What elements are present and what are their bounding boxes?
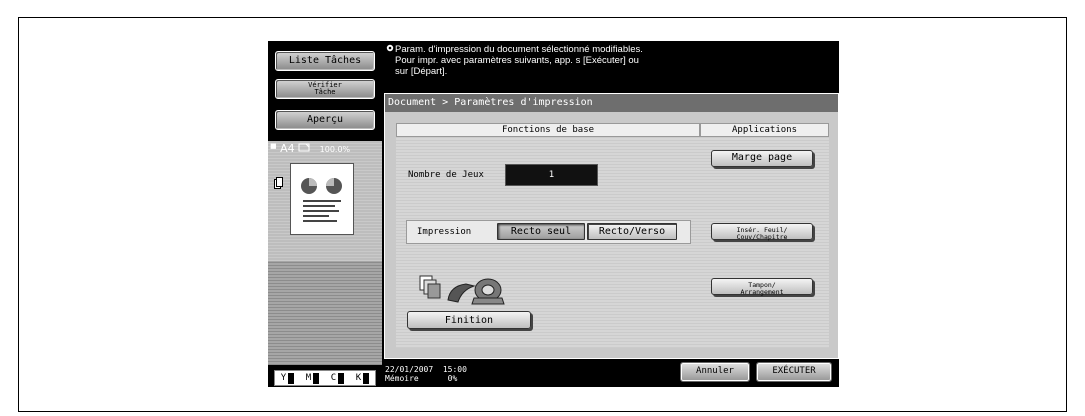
memory-value: 0% xyxy=(447,374,458,383)
toner-y: Y xyxy=(280,372,295,384)
message-line-2: Pour impr. avec paramètres suivants, app… xyxy=(395,55,639,66)
page-thumbnail[interactable] xyxy=(290,163,354,235)
orientation-icon xyxy=(298,142,314,155)
cancel-button[interactable]: Annuler xyxy=(680,362,750,382)
finishing-button[interactable]: Finition xyxy=(407,311,531,329)
toner-k-label: K xyxy=(355,373,362,383)
copies-label: Nombre de Jeux xyxy=(408,170,484,180)
verify-job-button[interactable]: Vérifier Tâche xyxy=(275,79,375,99)
date: 22/01/2007 xyxy=(385,365,434,374)
tray-icon: ■ xyxy=(270,142,277,150)
left-empty-area xyxy=(268,261,382,365)
basic-functions-section: Fonctions de base Nombre de Jeux 1 Impre… xyxy=(396,123,720,348)
info-icon xyxy=(386,44,394,55)
status-bar: 22/01/2007 15:00 Mémoire 0% Annuler EXÉC… xyxy=(384,360,839,387)
message-line-1: Param. d'impression du document sélectio… xyxy=(395,44,643,55)
toner-m-label: M xyxy=(305,373,312,383)
toner-m: M xyxy=(305,372,320,384)
toner-c-label: C xyxy=(330,373,337,383)
document-icon xyxy=(274,176,283,194)
verify-job-line2: Tâche xyxy=(314,88,336,96)
print-mode-label: Impression xyxy=(417,227,472,237)
message-line-3: sur [Départ]. xyxy=(395,66,448,77)
stamp-line-2: Arrangement xyxy=(740,288,784,296)
settings-panel: Document > Paramètres d'impression Fonct… xyxy=(384,93,839,359)
message-area: Param. d'impression du document sélectio… xyxy=(386,44,836,77)
job-list-button[interactable]: Liste Tâches xyxy=(275,51,375,71)
basic-functions-header: Fonctions de base xyxy=(396,123,700,137)
toner-y-bar xyxy=(288,372,295,384)
toner-k-bar xyxy=(363,372,370,384)
toner-levels: Y M C K xyxy=(274,370,376,386)
simplex-button[interactable]: Recto seul xyxy=(497,223,585,240)
control-panel-screen: Liste Tâches Vérifier Tâche Aperçu ■ A4 … xyxy=(268,41,839,387)
execute-button[interactable]: EXÉCUTER xyxy=(756,362,832,382)
preview-header: ■ A4 100.0% xyxy=(270,142,350,155)
staple-punch-icon xyxy=(419,275,505,305)
toner-m-bar xyxy=(313,372,320,384)
datetime-memory: 22/01/2007 15:00 Mémoire 0% xyxy=(385,365,467,383)
print-mode-group: Impression Recto seul Recto/Verso xyxy=(406,220,691,244)
thumbnail-graphic xyxy=(301,178,342,222)
page-margin-button[interactable]: Marge page xyxy=(711,150,813,167)
toner-y-label: Y xyxy=(280,373,287,383)
left-sidebar: Liste Tâches Vérifier Tâche Aperçu ■ A4 … xyxy=(268,41,382,387)
applications-section: Applications Marge page Insér. Feuil/ Co… xyxy=(700,123,829,348)
paper-size: A4 xyxy=(280,142,295,155)
zoom-level: 100.0% xyxy=(319,145,351,154)
toner-k: K xyxy=(355,372,370,384)
stamp-composition-button[interactable]: Tampon/ Arrangement xyxy=(711,278,813,296)
toner-c: C xyxy=(330,372,345,384)
time: 15:00 xyxy=(442,365,467,374)
insert-sheet-chapter-button[interactable]: Insér. Feuil/ Couv/Chapitre xyxy=(711,223,813,241)
breadcrumb: Document > Paramètres d'impression xyxy=(385,94,838,112)
preview-panel: ■ A4 100.0% xyxy=(268,141,382,261)
applications-header: Applications xyxy=(700,123,829,137)
toner-c-bar xyxy=(338,372,345,384)
memory-label: Mémoire xyxy=(385,374,419,383)
finishing-icons xyxy=(418,272,518,308)
duplex-button[interactable]: Recto/Verso xyxy=(587,223,677,240)
preview-button[interactable]: Aperçu xyxy=(275,110,375,130)
copies-field[interactable]: 1 xyxy=(505,164,598,186)
insert-line-2: Couv/Chapitre xyxy=(736,233,788,241)
